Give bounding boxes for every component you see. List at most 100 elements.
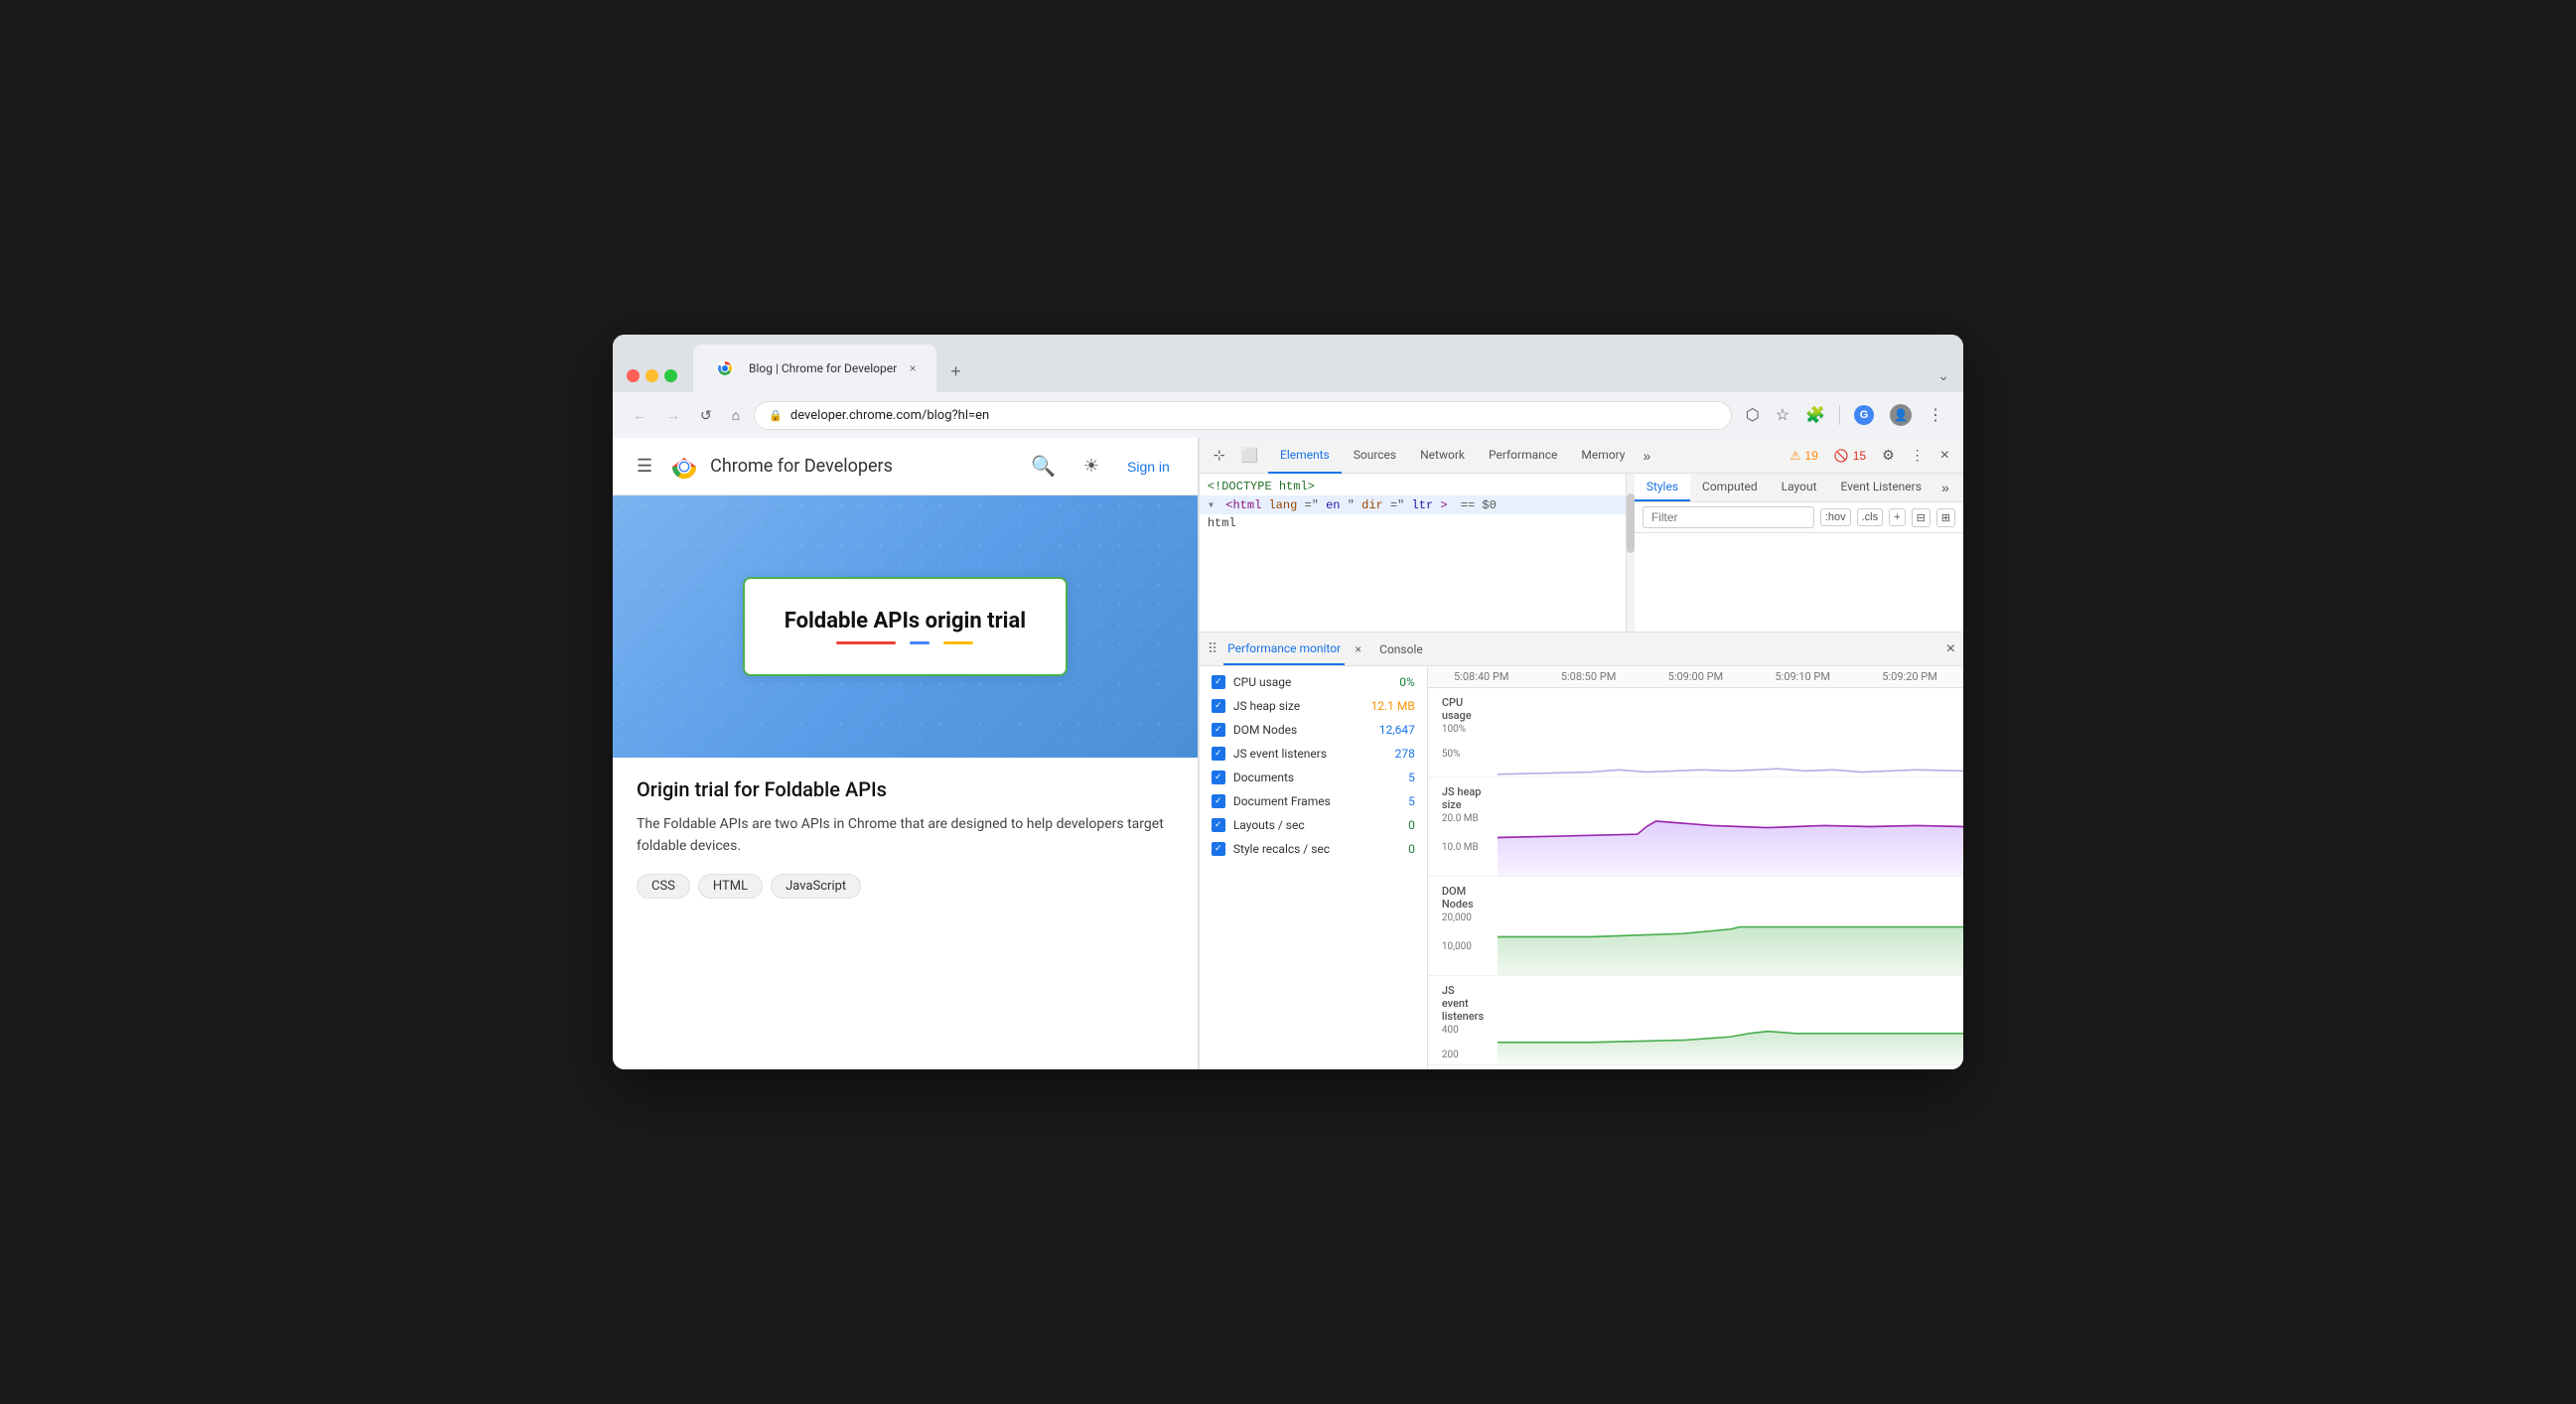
devtools-scrollbar[interactable] bbox=[1627, 474, 1635, 632]
dom-line-doctype[interactable]: <!DOCTYPE html> bbox=[1200, 478, 1626, 495]
forward-button[interactable]: → bbox=[660, 403, 686, 427]
metric-docs-name: Documents bbox=[1233, 771, 1400, 784]
chart-area: CPU usage 100% 50% bbox=[1428, 688, 1963, 1069]
heap-chart-canvas bbox=[1498, 777, 1963, 876]
metric-frames-checkbox[interactable]: ✓ bbox=[1212, 794, 1225, 808]
screen-capture-button[interactable]: ⬡ bbox=[1740, 401, 1766, 429]
theme-toggle-button[interactable]: ☀ bbox=[1075, 452, 1107, 481]
computed-sidebar-button[interactable]: ⊞ bbox=[1936, 508, 1955, 527]
doctype-text: <!DOCTYPE html> bbox=[1208, 480, 1315, 493]
chrome-menu-button[interactable]: ⋮ bbox=[1922, 401, 1949, 429]
perf-monitor-tab[interactable]: Performance monitor bbox=[1223, 633, 1345, 665]
dir-attr: dir bbox=[1361, 498, 1383, 512]
metric-heap-checkbox[interactable]: ✓ bbox=[1212, 699, 1225, 713]
styles-panel: Styles Computed Layout Event Listeners bbox=[1635, 474, 1963, 632]
tag-javascript[interactable]: JavaScript bbox=[771, 874, 861, 899]
tag-html[interactable]: HTML bbox=[698, 874, 763, 899]
new-tab-button[interactable]: + bbox=[944, 359, 967, 384]
more-tabs-button[interactable]: ⌄ bbox=[1937, 367, 1949, 384]
dom-chart-canvas bbox=[1498, 877, 1963, 975]
sign-in-button[interactable]: Sign in bbox=[1119, 453, 1178, 481]
minimize-window-button[interactable] bbox=[645, 369, 658, 382]
metric-recalcs-value: 0 bbox=[1408, 842, 1415, 856]
metric-dom-checkbox[interactable]: ✓ bbox=[1212, 723, 1225, 737]
metric-dom-nodes: ✓ DOM Nodes 12,647 bbox=[1200, 718, 1427, 742]
dom-tree-panel[interactable]: <!DOCTYPE html> ▾ <html lang =" en " dir… bbox=[1200, 474, 1627, 632]
styles-tab-computed[interactable]: Computed bbox=[1690, 474, 1770, 501]
time-label-0: 5:08:40 PM bbox=[1428, 670, 1535, 683]
cpu-chart-section: CPU usage 100% 50% bbox=[1428, 688, 1963, 777]
devtools-error-button[interactable]: 🚫 15 bbox=[1828, 447, 1872, 465]
devtools-tab-elements[interactable]: Elements bbox=[1268, 438, 1342, 474]
dom-line-html[interactable]: ▾ <html lang =" en " dir =" ltr > == $0 bbox=[1200, 495, 1626, 514]
metric-style-recalcs: ✓ Style recalcs / sec 0 bbox=[1200, 837, 1427, 861]
styles-tab-styles[interactable]: Styles bbox=[1635, 474, 1690, 501]
add-style-button[interactable]: + bbox=[1889, 508, 1905, 526]
hov-button[interactable]: :hov bbox=[1820, 508, 1851, 526]
hamburger-menu-button[interactable]: ☰ bbox=[633, 452, 656, 481]
devtools-more-options-button[interactable]: ⋮ bbox=[1905, 443, 1931, 468]
google-account-button[interactable]: G bbox=[1848, 401, 1880, 429]
close-window-button[interactable] bbox=[627, 369, 640, 382]
cls-button[interactable]: .cls bbox=[1857, 508, 1884, 526]
devtools-settings-button[interactable]: ⚙ bbox=[1876, 443, 1901, 468]
tab-close-button[interactable]: × bbox=[905, 360, 921, 376]
hero-card-title: Foldable APIs origin trial bbox=[785, 609, 1026, 633]
devtools-tab-performance[interactable]: Performance bbox=[1477, 438, 1569, 474]
metric-events-checkbox[interactable]: ✓ bbox=[1212, 747, 1225, 761]
toggle-sidebar-button[interactable]: ⊟ bbox=[1912, 508, 1931, 527]
metric-recalcs-checkbox[interactable]: ✓ bbox=[1212, 842, 1225, 856]
back-button[interactable]: ← bbox=[627, 403, 652, 427]
expand-arrow: ▾ bbox=[1208, 498, 1215, 512]
perf-panel-close-button[interactable]: × bbox=[1946, 640, 1955, 658]
header-search-button[interactable]: 🔍 bbox=[1023, 450, 1064, 483]
time-label-3: 5:09:10 PM bbox=[1749, 670, 1856, 683]
events-200-label: 200 bbox=[1434, 1050, 1492, 1062]
devtools-tab-network[interactable]: Network bbox=[1408, 438, 1477, 474]
perf-metrics-list: ✓ CPU usage 0% ✓ JS heap size 12.1 MB bbox=[1200, 666, 1428, 1069]
metric-doc-frames: ✓ Document Frames 5 bbox=[1200, 789, 1427, 813]
browser-tab[interactable]: Blog | Chrome for Developer × bbox=[693, 345, 936, 392]
bookmark-button[interactable]: ☆ bbox=[1770, 401, 1795, 429]
profile-button[interactable]: 👤 bbox=[1884, 400, 1918, 430]
styles-tab-layout[interactable]: Layout bbox=[1770, 474, 1829, 501]
devtools-tab-sources[interactable]: Sources bbox=[1342, 438, 1408, 474]
metric-docs-value: 5 bbox=[1408, 771, 1415, 784]
extensions-button[interactable]: 🧩 bbox=[1799, 401, 1831, 429]
maximize-window-button[interactable] bbox=[664, 369, 677, 382]
home-button[interactable]: ⌂ bbox=[726, 403, 746, 427]
nav-separator bbox=[1839, 405, 1840, 425]
devtools-panel: ⊹ ⬜ Elements Sources Network Performance bbox=[1199, 438, 1963, 1069]
docs-chart-section: Documents bbox=[1428, 1065, 1963, 1069]
devtools-toolbar: ⊹ ⬜ Elements Sources Network Performance bbox=[1200, 438, 1963, 474]
browser-window: Blog | Chrome for Developer × + ⌄ ← → ↺ … bbox=[613, 335, 1963, 1069]
devtools-pointer-button[interactable]: ⊹ bbox=[1208, 443, 1231, 468]
title-bar: Blog | Chrome for Developer × + ⌄ bbox=[613, 335, 1963, 392]
devtools-warning-button[interactable]: ⚠ 19 bbox=[1785, 447, 1824, 465]
devtools-more-tabs-button[interactable]: » bbox=[1637, 444, 1656, 468]
metric-layouts-value: 0 bbox=[1408, 818, 1415, 832]
styles-filter-input[interactable] bbox=[1643, 506, 1814, 528]
metric-layouts-checkbox[interactable]: ✓ bbox=[1212, 818, 1225, 832]
dom-chart-section: DOM Nodes 20,000 10,000 bbox=[1428, 877, 1963, 976]
bottom-panels: ⠿ Performance monitor × Console × bbox=[1200, 632, 1963, 1069]
metric-cpu-checkbox[interactable]: ✓ bbox=[1212, 675, 1225, 689]
error-icon: 🚫 bbox=[1834, 449, 1849, 463]
devtools-tab-memory[interactable]: Memory bbox=[1569, 438, 1637, 474]
address-bar[interactable]: 🔒 developer.chrome.com/blog?hl=en bbox=[754, 401, 1732, 430]
devtools-device-button[interactable]: ⬜ bbox=[1235, 443, 1264, 468]
metric-heap-name: JS heap size bbox=[1233, 699, 1363, 713]
styles-tab-event-listeners[interactable]: Event Listeners bbox=[1829, 474, 1933, 501]
tag-css[interactable]: CSS bbox=[637, 874, 690, 899]
perf-tab-close-button[interactable]: × bbox=[1351, 640, 1365, 658]
reload-button[interactable]: ↺ bbox=[694, 403, 718, 428]
url-text: developer.chrome.com/blog?hl=en bbox=[790, 408, 1717, 423]
blog-post-title: Origin trial for Foldable APIs bbox=[637, 777, 1174, 801]
metric-docs-checkbox[interactable]: ✓ bbox=[1212, 771, 1225, 784]
console-tab[interactable]: Console bbox=[1371, 634, 1431, 664]
styles-more-tabs-button[interactable]: » bbox=[1933, 474, 1957, 501]
metric-js-events: ✓ JS event listeners 278 bbox=[1200, 742, 1427, 766]
tab-favicon bbox=[709, 352, 741, 384]
devtools-close-button[interactable]: × bbox=[1934, 443, 1955, 469]
dom-line-breadcrumb[interactable]: html bbox=[1200, 514, 1626, 532]
